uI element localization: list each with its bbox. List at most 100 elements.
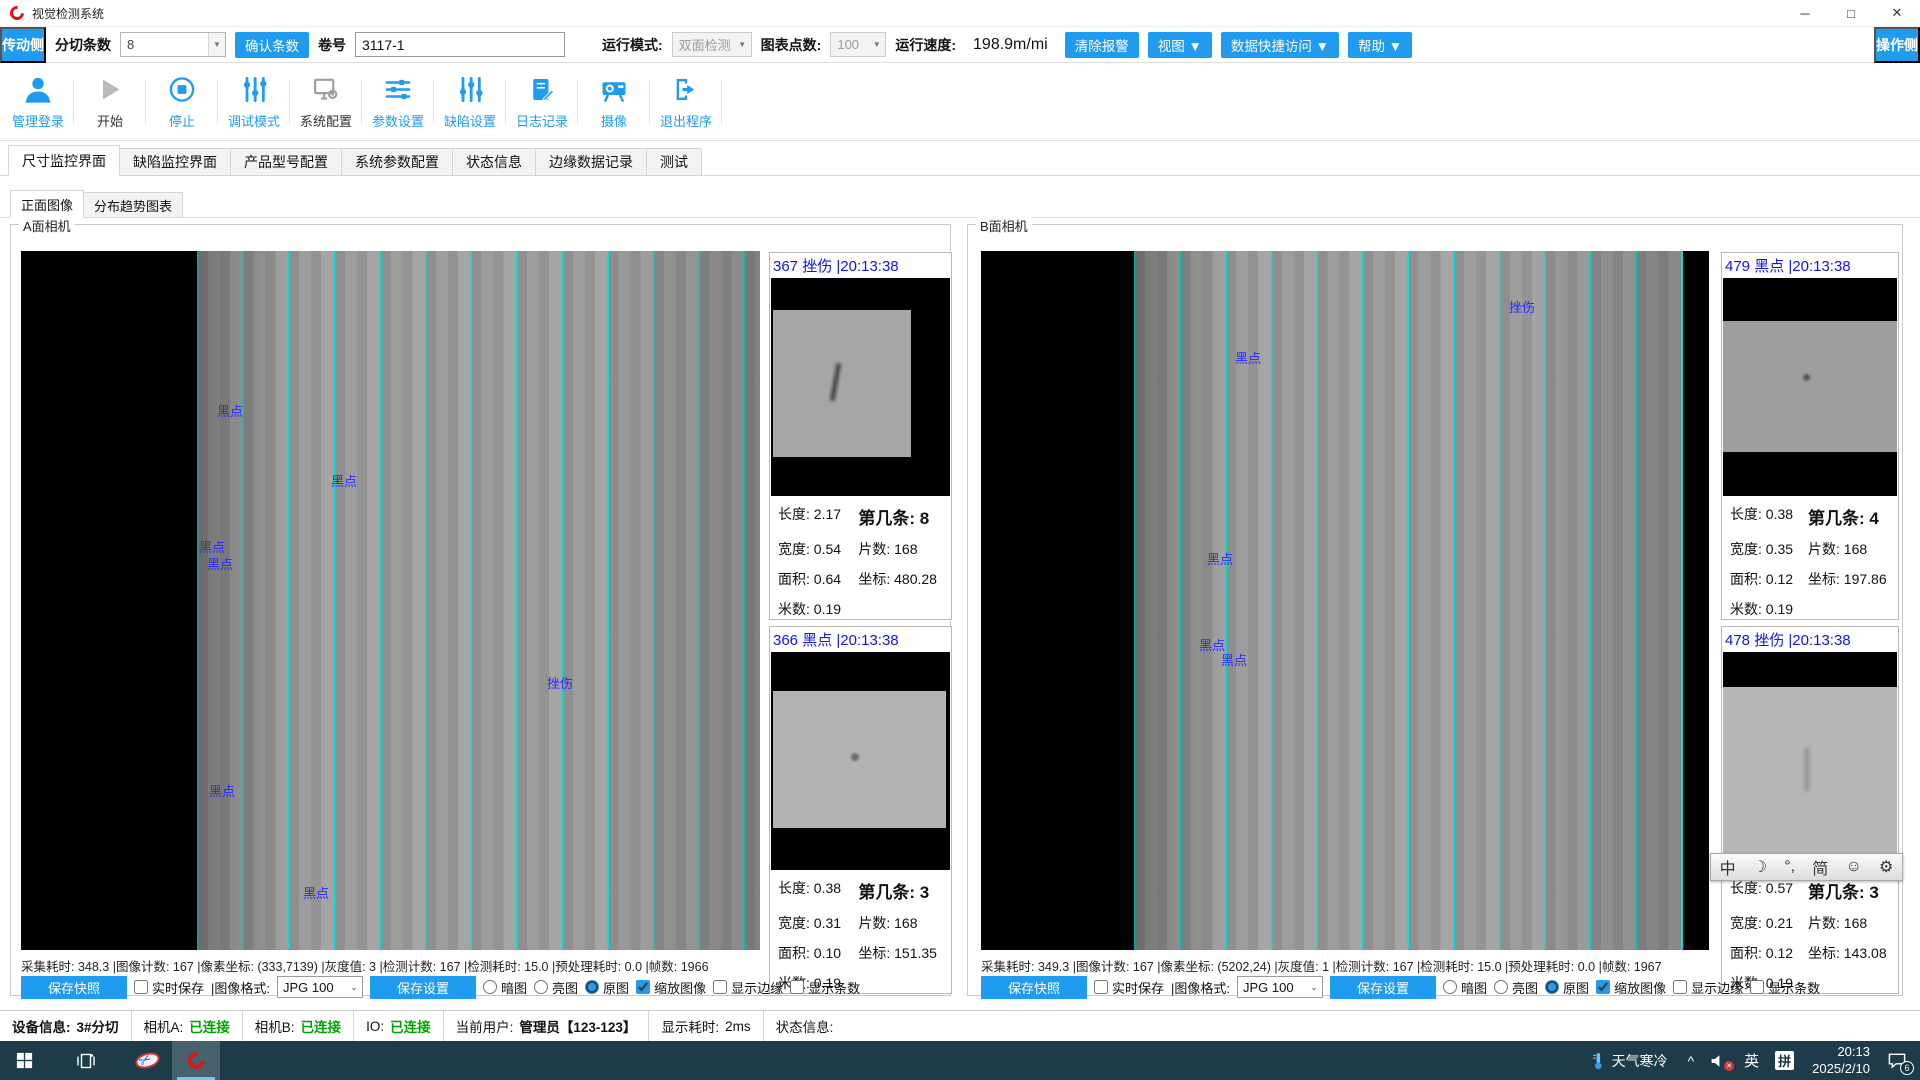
defect-thumbnail-region	[773, 691, 947, 829]
log-record-button[interactable]: 日志记录	[506, 64, 578, 140]
view-menu-button[interactable]: 视图 ▼	[1148, 32, 1212, 58]
chart-points-select[interactable]: 100 ▼	[830, 32, 886, 57]
ime-indicator[interactable]: 拼	[1767, 1041, 1802, 1080]
chevron-down-icon: ▼	[734, 33, 751, 56]
save-settings-button[interactable]: 保存设置	[1330, 976, 1436, 999]
stop-button[interactable]: 停止	[146, 64, 218, 140]
defect-length: 长度: 0.38	[1730, 504, 1808, 529]
drive-side-button[interactable]: 传动侧	[0, 27, 46, 63]
show-strips-label: 显示条数	[808, 978, 860, 997]
weather-widget[interactable]: 天气寒冷	[1579, 1041, 1680, 1080]
play-icon	[96, 75, 124, 104]
operate-side-button[interactable]: 操作侧	[1874, 27, 1920, 63]
save-snapshot-button[interactable]: 保存快照	[981, 976, 1087, 999]
tab-status-info[interactable]: 状态信息	[452, 148, 536, 175]
save-settings-button[interactable]: 保存设置	[370, 976, 476, 999]
chevron-down-icon: ⌄	[346, 982, 362, 993]
show-edge-checkbox[interactable]	[713, 980, 727, 994]
snipping-tool-button[interactable]: ✂	[124, 1041, 172, 1080]
defect-area: 面积: 0.12	[1730, 569, 1808, 589]
show-strips-checkbox[interactable]	[1750, 980, 1764, 994]
defect-mark	[1803, 374, 1810, 381]
admin-login-button[interactable]: 管理登录	[2, 64, 74, 140]
debug-mode-button[interactable]: 调试模式	[218, 64, 290, 140]
help-menu-button[interactable]: 帮助 ▼	[1348, 32, 1412, 58]
tab-system-param-config[interactable]: 系统参数配置	[341, 148, 453, 175]
show-edge-checkbox[interactable]	[1673, 980, 1687, 994]
tab-test[interactable]: 测试	[646, 148, 702, 175]
defect-card[interactable]: 366 黑点 |20:13:38 长度: 0.38 第几条: 3 宽度: 0.3…	[769, 626, 952, 994]
original-image-label: 原图	[603, 978, 629, 997]
start-button[interactable]	[0, 1041, 48, 1080]
io-connection-segment: IO: 已连接	[354, 1011, 444, 1041]
ime-emoji-button[interactable]: ☺	[1845, 858, 1861, 876]
strip-overlay	[1134, 251, 1683, 950]
system-config-button[interactable]: 系统配置	[290, 64, 362, 140]
language-indicator[interactable]: 英	[1736, 1041, 1767, 1080]
camera-b-controls: 保存快照 实时保存 |图像格式: JPG 100 ⌄ 保存设置 暗图 亮图 原图…	[981, 975, 1820, 999]
zoom-image-label: 缩放图像	[654, 978, 706, 997]
save-snapshot-button[interactable]: 保存快照	[21, 976, 127, 999]
close-button[interactable]: ✕	[1874, 0, 1920, 26]
defect-card[interactable]: 367 挫伤 |20:13:38 长度: 2.17 第几条: 8 宽度: 0.5…	[769, 252, 952, 620]
vision-app-taskbar-button[interactable]	[172, 1041, 220, 1080]
weather-text: 天气寒冷	[1612, 1051, 1668, 1071]
show-strips-checkbox[interactable]	[790, 980, 804, 994]
parameter-settings-button[interactable]: 参数设置	[362, 64, 434, 140]
tab-edge-data-record[interactable]: 边缘数据记录	[535, 148, 647, 175]
task-view-button[interactable]	[62, 1041, 110, 1080]
bright-image-radio[interactable]	[1494, 980, 1508, 994]
ime-simplified-button[interactable]: 简	[1812, 855, 1828, 879]
ime-chinese-mode-button[interactable]: 中	[1720, 855, 1736, 879]
run-mode-select[interactable]: 双面检测 ▼	[672, 32, 752, 57]
realtime-save-checkbox[interactable]	[1094, 980, 1108, 994]
zoom-image-checkbox[interactable]	[636, 980, 650, 994]
defect-meters: 米数: 0.19	[778, 599, 858, 619]
ime-settings-gear-icon[interactable]: ⚙	[1879, 857, 1893, 877]
original-image-radio[interactable]	[585, 980, 599, 994]
notification-center-button[interactable]: 6	[1880, 1041, 1920, 1080]
exit-program-button[interactable]: 退出程序	[650, 64, 722, 140]
defect-strip-no: 第几条: 3	[1808, 878, 1896, 903]
volume-button[interactable]: ✕	[1702, 1041, 1736, 1080]
clock-date: 2025/2/10	[1812, 1061, 1870, 1078]
tab-product-model-config[interactable]: 产品型号配置	[230, 148, 342, 175]
slit-count-value: 8	[121, 37, 208, 52]
clear-alarm-button[interactable]: 清除报警	[1065, 32, 1139, 58]
taskbar-clock[interactable]: 20:13 2025/2/10	[1802, 1044, 1880, 1078]
defect-card[interactable]: 479 黑点 |20:13:38 长度: 0.38 第几条: 4 宽度: 0.3…	[1721, 252, 1899, 620]
slit-count-select[interactable]: 8 ▼	[120, 32, 226, 57]
image-format-label: |图像格式:	[211, 978, 270, 997]
defect-strip-no: 第几条: 3	[858, 878, 949, 903]
defect-thumbnail	[771, 278, 950, 496]
camera-b-status-line: 采集耗时: 349.3 |图像计数: 167 |像素坐标: (5202,24) …	[981, 956, 1662, 975]
tray-expand-button[interactable]: ^	[1680, 1041, 1703, 1080]
tab-defect-monitor[interactable]: 缺陷监控界面	[119, 148, 231, 175]
stop-icon	[168, 75, 196, 104]
data-quick-access-button[interactable]: 数据快捷访问 ▼	[1221, 32, 1339, 58]
dark-image-radio[interactable]	[483, 980, 497, 994]
realtime-save-checkbox[interactable]	[134, 980, 148, 994]
ime-fullhalf-moon-icon[interactable]: ☽	[1753, 857, 1767, 877]
maximize-button[interactable]: □	[1828, 0, 1874, 26]
defect-card[interactable]: 478 挫伤 |20:13:38 长度: 0.57 第几条: 3 宽度: 0.2…	[1721, 626, 1899, 994]
confirm-count-button[interactable]: 确认条数	[235, 32, 309, 58]
dark-image-radio[interactable]	[1443, 980, 1457, 994]
zoom-image-checkbox[interactable]	[1596, 980, 1610, 994]
subtab-front-image[interactable]: 正面图像	[10, 190, 84, 218]
subtab-distribution-chart[interactable]: 分布趋势图表	[83, 192, 183, 217]
camera-button[interactable]: 摄像	[578, 64, 650, 140]
ime-punctuation-button[interactable]: °,	[1784, 858, 1795, 876]
minimize-button[interactable]: ─	[1782, 0, 1828, 26]
image-format-select[interactable]: JPG 100 ⌄	[1237, 976, 1323, 998]
windows-logo-icon	[15, 1051, 34, 1070]
start-button[interactable]: 开始	[74, 64, 146, 140]
image-format-select[interactable]: JPG 100 ⌄	[277, 976, 363, 998]
roll-no-input[interactable]	[355, 32, 565, 57]
defect-stats: 长度: 0.38 第几条: 4 宽度: 0.35 片数: 168 面积: 0.1…	[1722, 496, 1898, 619]
tab-size-monitor[interactable]: 尺寸监控界面	[8, 145, 120, 176]
bright-image-radio[interactable]	[534, 980, 548, 994]
device-info-segment: 设备信息: 3#分切	[0, 1011, 132, 1041]
defect-settings-button[interactable]: 缺陷设置	[434, 64, 506, 140]
original-image-radio[interactable]	[1545, 980, 1559, 994]
